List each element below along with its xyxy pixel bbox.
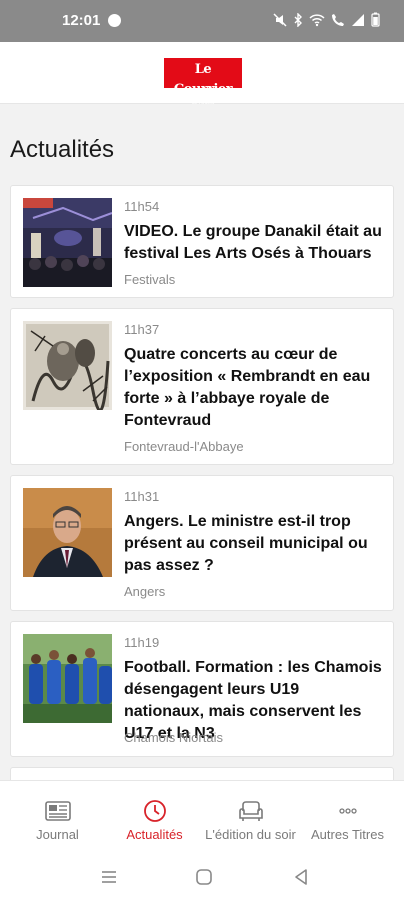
nav-label: Autres Titres (311, 827, 384, 842)
nav-journal[interactable]: Journal (7, 781, 108, 854)
app-header: Le Courrier de l'Ouest (0, 42, 404, 106)
bluetooth-icon (294, 12, 302, 27)
article-title[interactable]: Angers. Le ministre est-il trop présent … (124, 511, 382, 577)
news-feed[interactable]: 11h54 VIDEO. Le groupe Danakil était au … (0, 183, 404, 780)
article-thumbnail-minister (23, 488, 112, 577)
nav-edition-du-soir[interactable]: L'édition du soir (200, 781, 301, 854)
home-icon[interactable] (194, 867, 214, 887)
article-card[interactable]: 11h37 Quatre concerts au cœur de l’expos… (10, 308, 394, 465)
article-card[interactable]: 11h54 VIDEO. Le groupe Danakil était au … (10, 185, 394, 298)
article-time: 11h19 (124, 635, 160, 650)
nav-actualites[interactable]: Actualités (104, 781, 205, 854)
nav-label: Journal (36, 827, 79, 842)
back-icon[interactable] (291, 867, 311, 887)
article-category[interactable]: Festivals (124, 272, 175, 287)
system-navigation-bar (0, 853, 404, 900)
page-title: Actualités (10, 136, 115, 163)
article-card[interactable]: 11h19 Football. Formation : les Chamois … (10, 621, 394, 757)
article-title[interactable]: Quatre concerts au cœur de l’exposition … (124, 344, 382, 432)
brand-logo[interactable]: Le Courrier de l'Ouest (164, 58, 242, 106)
article-category[interactable]: Chamois Niortais (124, 730, 223, 745)
status-bar: 12:01 (0, 0, 404, 42)
call-icon (332, 13, 344, 26)
mute-icon (273, 12, 287, 27)
newspaper-icon (44, 801, 71, 821)
more-icon (338, 808, 357, 814)
article-thumbnail-concert (23, 198, 112, 287)
notification-dot-icon (108, 14, 121, 27)
logo-main-text: Le Courrier (173, 62, 233, 97)
armchair-icon (238, 801, 263, 821)
recent-apps-icon[interactable] (99, 867, 119, 887)
article-category[interactable]: Fontevraud-l'Abbaye (124, 439, 244, 454)
article-category[interactable]: Angers (124, 584, 165, 599)
nav-label: Actualités (126, 827, 183, 842)
logo-sub-text: de l'Ouest (191, 100, 215, 106)
status-icons (273, 12, 380, 27)
battery-icon (371, 12, 380, 27)
nav-label: L'édition du soir (205, 827, 296, 842)
article-time: 11h54 (124, 199, 160, 214)
wifi-icon (309, 13, 325, 26)
article-time: 11h31 (124, 489, 160, 504)
status-time: 12:01 (62, 12, 101, 29)
nav-autres-titres[interactable]: Autres Titres (297, 781, 398, 854)
article-title[interactable]: VIDEO. Le groupe Danakil était au festiv… (124, 221, 382, 265)
article-thumbnail-football (23, 634, 112, 723)
article-thumbnail-etching (23, 321, 112, 410)
bottom-navigation: Journal Actualités L'édition du soir Aut… (0, 780, 404, 853)
article-card-partial[interactable] (10, 767, 394, 780)
signal-icon (352, 13, 364, 26)
article-card[interactable]: 11h31 Angers. Le ministre est-il trop pr… (10, 475, 394, 611)
article-time: 11h37 (124, 322, 160, 337)
clock-icon (143, 800, 166, 822)
